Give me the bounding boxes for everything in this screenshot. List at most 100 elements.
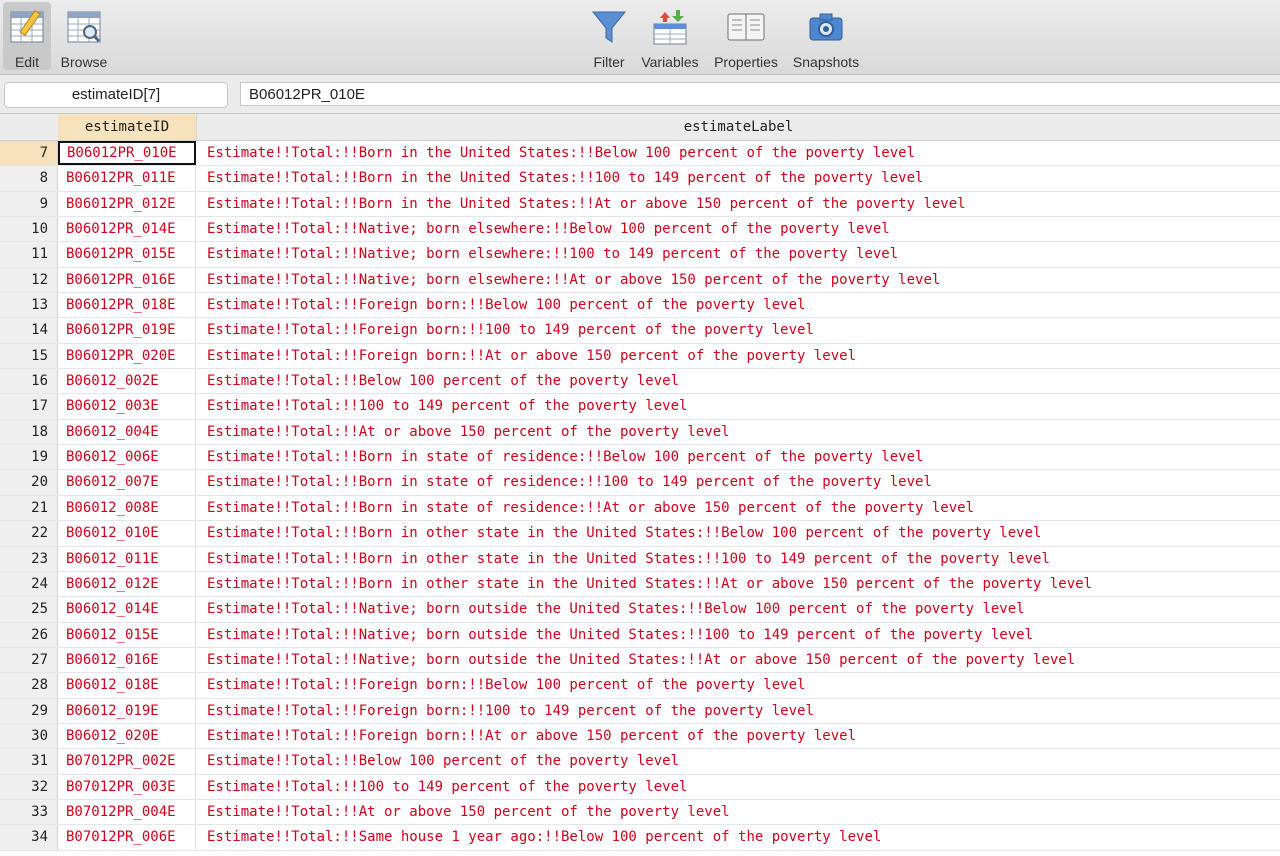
estimatelabel-cell[interactable]: Estimate!!Total:!!Foreign born:!!At or a… (197, 724, 1280, 748)
estimateid-cell[interactable]: B06012PR_012E (58, 191, 196, 217)
table-row[interactable]: 25 B06012_014E Estimate!!Total:!!Native; b… (0, 597, 1280, 623)
estimateid-cell[interactable]: B06012PR_019E (58, 318, 196, 343)
table-row[interactable]: 33 B07012PR_004E Estimate!!Total:!!At or a… (0, 799, 1280, 826)
estimatelabel-cell[interactable]: Estimate!!Total:!!Foreign born:!!100 to … (197, 699, 1280, 723)
row-number[interactable]: 34 (0, 825, 58, 850)
filter-button[interactable]: Filter (588, 2, 630, 70)
table-row[interactable]: 13 B06012PR_018E Estimate!!Total:!!Foreign… (0, 293, 1280, 319)
table-row[interactable]: 34 B07012PR_006E Estimate!!Total:!!Same ho… (0, 825, 1280, 851)
estimatelabel-cell[interactable]: Estimate!!Total:!!Born in state of resid… (197, 470, 1280, 494)
estimatelabel-cell[interactable]: Estimate!!Total:!!Native; born outside t… (197, 623, 1280, 647)
table-row[interactable]: 32 B07012PR_003E Estimate!!Total:!!100 to … (0, 774, 1280, 800)
estimatelabel-cell[interactable]: Estimate!!Total:!!Same house 1 year ago:… (197, 825, 1280, 849)
cell-value-field[interactable]: B06012PR_010E (240, 82, 1280, 106)
estimateid-cell[interactable]: B07012PR_004E (58, 799, 196, 825)
table-row[interactable]: 23 B06012_011E Estimate!!Total:!!Born in o… (0, 546, 1280, 572)
table-row[interactable]: 16 B06012_002E Estimate!!Total:!!Below 100… (0, 369, 1280, 395)
row-number[interactable]: 21 (0, 495, 58, 521)
row-number[interactable]: 33 (0, 799, 58, 825)
estimatelabel-cell[interactable]: Estimate!!Total:!!Born in other state in… (197, 521, 1280, 545)
estimateid-cell[interactable]: B06012_006E (58, 445, 196, 470)
row-number[interactable]: 15 (0, 343, 58, 369)
estimateid-cell[interactable]: B07012PR_006E (58, 825, 196, 850)
estimateid-cell[interactable]: B06012PR_010E (58, 141, 196, 166)
row-number[interactable]: 25 (0, 597, 58, 622)
row-number[interactable]: 10 (0, 217, 58, 242)
estimatelabel-cell[interactable]: Estimate!!Total:!!Foreign born:!!At or a… (197, 344, 1280, 368)
estimateid-cell[interactable]: B07012PR_003E (58, 774, 196, 799)
estimateid-cell[interactable]: B06012_014E (58, 597, 196, 622)
estimatelabel-cell[interactable]: Estimate!!Total:!!Born in other state in… (197, 547, 1280, 571)
estimatelabel-cell[interactable]: Estimate!!Total:!!Foreign born:!!Below 1… (197, 293, 1280, 317)
estimateid-cell[interactable]: B06012PR_014E (58, 217, 196, 242)
row-number[interactable]: 7 (0, 141, 58, 166)
estimateid-cell[interactable]: B07012PR_002E (58, 749, 196, 774)
row-number[interactable]: 16 (0, 369, 58, 394)
table-row[interactable]: 14 B06012PR_019E Estimate!!Total:!!Foreign… (0, 318, 1280, 344)
estimateid-cell[interactable]: B06012_011E (58, 546, 196, 571)
row-number[interactable]: 22 (0, 521, 58, 546)
row-number[interactable]: 17 (0, 394, 58, 419)
table-row[interactable]: 17 B06012_003E Estimate!!Total:!!100 to 14… (0, 394, 1280, 420)
table-row[interactable]: 30 B06012_020E Estimate!!Total:!!Foreign b… (0, 723, 1280, 750)
estimatelabel-cell[interactable]: Estimate!!Total:!!Born in the United Sta… (197, 192, 1280, 216)
estimateid-cell[interactable]: B06012_012E (58, 571, 196, 597)
row-number[interactable]: 13 (0, 293, 58, 318)
table-row[interactable]: 22 B06012_010E Estimate!!Total:!!Born in o… (0, 521, 1280, 547)
table-row[interactable]: 10 B06012PR_014E Estimate!!Total:!!Native;… (0, 217, 1280, 243)
estimatelabel-cell[interactable]: Estimate!!Total:!!Born in the United Sta… (197, 166, 1280, 190)
estimateid-cell[interactable]: B06012_008E (58, 495, 196, 521)
cell-reference[interactable]: estimateID[7] (4, 82, 228, 108)
row-number[interactable]: 27 (0, 647, 58, 673)
estimatelabel-cell[interactable]: Estimate!!Total:!!Native; born elsewhere… (197, 268, 1280, 292)
estimatelabel-cell[interactable]: Estimate!!Total:!!Below 100 percent of t… (197, 749, 1280, 773)
estimateid-cell[interactable]: B06012PR_018E (58, 293, 196, 318)
row-number[interactable]: 14 (0, 318, 58, 343)
table-row[interactable]: 29 B06012_019E Estimate!!Total:!!Foreign b… (0, 698, 1280, 724)
table-row[interactable]: 15 B06012PR_020E Estimate!!Total:!!Foreign… (0, 343, 1280, 370)
estimateid-cell[interactable]: B06012_015E (58, 622, 196, 647)
estimateid-cell[interactable]: B06012PR_020E (58, 343, 196, 369)
table-row[interactable]: 28 B06012_018E Estimate!!Total:!!Foreign b… (0, 673, 1280, 699)
row-number[interactable]: 26 (0, 622, 58, 647)
estimatelabel-cell[interactable]: Estimate!!Total:!!Born in other state in… (197, 572, 1280, 596)
estimateid-cell[interactable]: B06012_018E (58, 673, 196, 698)
estimatelabel-cell[interactable]: Estimate!!Total:!!Native; born outside t… (197, 597, 1280, 621)
estimatelabel-cell[interactable]: Estimate!!Total:!!Native; born outside t… (197, 648, 1280, 672)
estimatelabel-cell[interactable]: Estimate!!Total:!!100 to 149 percent of … (197, 394, 1280, 418)
table-row[interactable]: 24 B06012_012E Estimate!!Total:!!Born in o… (0, 571, 1280, 598)
estimateid-cell[interactable]: B06012_004E (58, 419, 196, 445)
table-row[interactable]: 31 B07012PR_002E Estimate!!Total:!!Below 1… (0, 749, 1280, 775)
table-row[interactable]: 7 B06012PR_010E Estimate!!Total:!!Born in … (0, 141, 1280, 167)
estimatelabel-cell[interactable]: Estimate!!Total:!!At or above 150 percen… (197, 800, 1280, 824)
estimatelabel-cell[interactable]: Estimate!!Total:!!Born in state of resid… (197, 445, 1280, 469)
variables-button[interactable]: Variables (638, 2, 702, 70)
row-number[interactable]: 18 (0, 419, 58, 445)
table-row[interactable]: 27 B06012_016E Estimate!!Total:!!Native; b… (0, 647, 1280, 674)
row-number[interactable]: 12 (0, 267, 58, 293)
table-row[interactable]: 12 B06012PR_016E Estimate!!Total:!!Native;… (0, 267, 1280, 294)
estimateid-cell[interactable]: B06012_016E (58, 647, 196, 673)
table-row[interactable]: 26 B06012_015E Estimate!!Total:!!Native; b… (0, 622, 1280, 648)
estimatelabel-cell[interactable]: Estimate!!Total:!!Born in state of resid… (197, 496, 1280, 520)
table-row[interactable]: 21 B06012_008E Estimate!!Total:!!Born in s… (0, 495, 1280, 522)
estimatelabel-cell[interactable]: Estimate!!Total:!!At or above 150 percen… (197, 420, 1280, 444)
estimatelabel-cell[interactable]: Estimate!!Total:!!Native; born elsewhere… (197, 217, 1280, 241)
column-header-estimateid[interactable]: estimateID (58, 114, 197, 140)
row-number[interactable]: 11 (0, 242, 58, 267)
estimateid-cell[interactable]: B06012_019E (58, 698, 196, 723)
row-number[interactable]: 9 (0, 191, 58, 217)
estimatelabel-cell[interactable]: Estimate!!Total:!!Foreign born:!!Below 1… (197, 673, 1280, 697)
row-number[interactable]: 8 (0, 166, 58, 191)
estimatelabel-cell[interactable]: Estimate!!Total:!!Below 100 percent of t… (197, 369, 1280, 393)
row-number[interactable]: 24 (0, 571, 58, 597)
estimateid-cell[interactable]: B06012PR_015E (58, 242, 196, 267)
table-row[interactable]: 9 B06012PR_012E Estimate!!Total:!!Born in … (0, 191, 1280, 218)
row-number[interactable]: 29 (0, 698, 58, 723)
estimateid-cell[interactable]: B06012PR_016E (58, 267, 196, 293)
estimatelabel-cell[interactable]: Estimate!!Total:!!Foreign born:!!100 to … (197, 318, 1280, 342)
estimateid-cell[interactable]: B06012_007E (58, 470, 196, 495)
row-number[interactable]: 28 (0, 673, 58, 698)
row-number[interactable]: 20 (0, 470, 58, 495)
estimatelabel-cell[interactable]: Estimate!!Total:!!100 to 149 percent of … (197, 775, 1280, 799)
